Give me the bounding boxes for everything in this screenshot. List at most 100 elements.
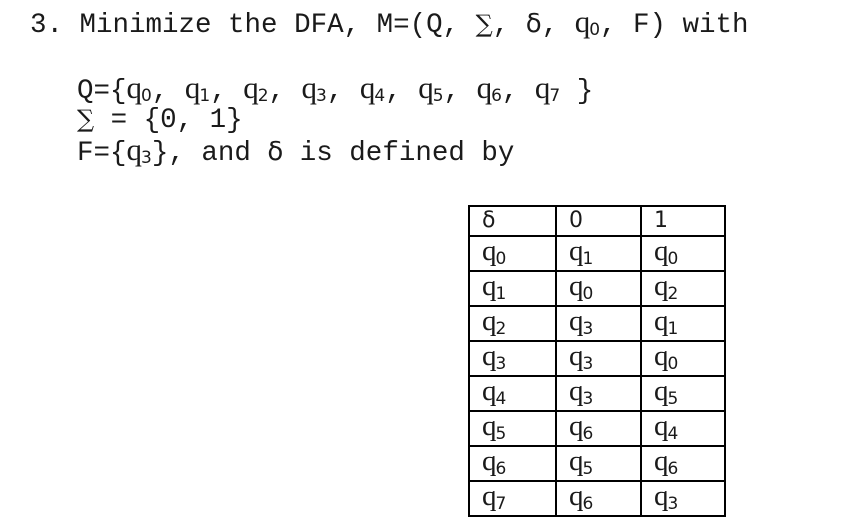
state-subscript: 3 — [582, 389, 594, 409]
cell-state: q1 — [468, 270, 557, 307]
table-row: q2 q3 q1 — [468, 305, 726, 342]
cell-on-0: q3 — [555, 305, 642, 342]
f-set-close: }, and — [151, 138, 268, 169]
state-subscript: 7 — [495, 494, 507, 514]
state-symbol: q — [126, 70, 142, 105]
state-subscript: 6 — [495, 459, 507, 479]
state-symbol: q — [359, 70, 375, 105]
state-subscript: 5 — [667, 389, 679, 409]
state: q3 — [569, 342, 593, 375]
state-subscript: 1 — [495, 284, 507, 304]
state: q4 — [482, 377, 506, 410]
state-subscript: 2 — [495, 319, 507, 339]
cell-on-0: q3 — [555, 340, 642, 377]
state-subscript: 3 — [141, 148, 152, 168]
cell-on-0: q1 — [555, 235, 642, 272]
state-symbol: q — [534, 70, 550, 105]
state-item: q7 — [535, 72, 561, 107]
state: q2 — [482, 307, 506, 340]
state-symbol: q — [654, 340, 668, 372]
state: q3 — [569, 377, 593, 410]
header-input-1: 1 — [640, 205, 726, 237]
state-symbol: q — [654, 305, 668, 337]
title-separator: , — [492, 10, 526, 41]
state: q4 — [654, 412, 678, 445]
header-delta: δ — [468, 205, 557, 237]
table-row: q6 q5 q6 — [468, 445, 726, 482]
cell-on-0: q0 — [555, 270, 642, 307]
start-state: q0 — [575, 6, 601, 41]
state-symbol: q — [126, 132, 142, 167]
state-subscript: 4 — [667, 424, 679, 444]
sigma-symbol: ∑ — [475, 10, 493, 38]
state-subscript: 5 — [495, 424, 507, 444]
state-subscript: 6 — [667, 459, 679, 479]
state-subscript: 3 — [667, 494, 679, 514]
table-row: q5 q6 q4 — [468, 410, 726, 447]
state-symbol: q — [482, 305, 496, 337]
transition-table: δ 0 1 q0 q1 q0 q1 q0 q2 q2 q3 q1 q3 q3 q0 q4 q3 q5 q5 q6… — [468, 205, 726, 517]
state-symbol: q — [569, 235, 583, 267]
state: q1 — [569, 237, 593, 270]
title-separator: , — [541, 10, 575, 41]
state-symbol: q — [482, 235, 496, 267]
state-symbol: q — [654, 235, 668, 267]
cell-on-1: q5 — [640, 375, 726, 412]
table-row: q4 q3 q5 — [468, 375, 726, 412]
cell-on-1: q3 — [640, 480, 726, 517]
state: q6 — [654, 447, 678, 480]
state-item: q6 — [477, 72, 502, 107]
state-subscript: 5 — [432, 86, 444, 106]
cell-on-0: q3 — [555, 375, 642, 412]
state-symbol: q — [569, 340, 583, 372]
state-symbol: q — [654, 410, 668, 442]
delta-symbol: δ — [267, 137, 284, 167]
state-item: q4 — [360, 72, 385, 107]
state: q0 — [482, 237, 506, 270]
cell-state: q6 — [468, 445, 557, 482]
state: q5 — [569, 447, 593, 480]
list-separator: , — [268, 76, 302, 107]
state: q3 — [569, 307, 593, 340]
state-item: q3 — [302, 72, 327, 107]
state: q0 — [654, 342, 678, 375]
state-subscript: 1 — [582, 249, 594, 269]
state-symbol: q — [654, 480, 668, 512]
state: q3 — [654, 482, 678, 515]
state-subscript: 6 — [582, 424, 594, 444]
delta-symbol: δ — [525, 9, 542, 39]
cell-on-1: q0 — [640, 340, 726, 377]
state-symbol: q — [418, 70, 433, 105]
state-symbol: q — [654, 445, 668, 477]
state-subscript: 5 — [582, 459, 594, 479]
state-symbol: q — [482, 480, 496, 512]
cell-on-1: q6 — [640, 445, 726, 482]
cell-on-1: q1 — [640, 305, 726, 342]
state-symbol: q — [569, 410, 583, 442]
state-item: q2 — [243, 72, 268, 107]
list-separator: , — [326, 76, 360, 107]
table-row: q0 q1 q0 — [468, 235, 726, 272]
state: q1 — [654, 307, 678, 340]
problem-statement: 3. Minimize the DFA, M=(Q, ∑, δ, q0, F) … — [30, 6, 749, 43]
state-subscript: 4 — [495, 389, 507, 409]
cell-on-0: q5 — [555, 445, 642, 482]
state-symbol: q — [574, 4, 590, 39]
state: q0 — [654, 237, 678, 270]
table-header-row: δ 0 1 — [468, 205, 726, 237]
cell-on-0: q6 — [555, 410, 642, 447]
table-row: q3 q3 q0 — [468, 340, 726, 377]
state-subscript: 3 — [582, 354, 594, 374]
state-symbol: q — [482, 375, 496, 407]
state-symbol: q — [569, 375, 583, 407]
state: q6 — [569, 412, 593, 445]
cell-state: q4 — [468, 375, 557, 412]
cell-state: q5 — [468, 410, 557, 447]
delta-description: is defined by — [283, 138, 515, 169]
state-symbol: q — [184, 70, 200, 105]
state-subscript: 0 — [589, 20, 601, 40]
state: q6 — [569, 482, 593, 515]
state-subscript: 7 — [549, 86, 561, 106]
state: q1 — [482, 272, 506, 305]
table-row: q7 q6 q3 — [468, 480, 726, 517]
